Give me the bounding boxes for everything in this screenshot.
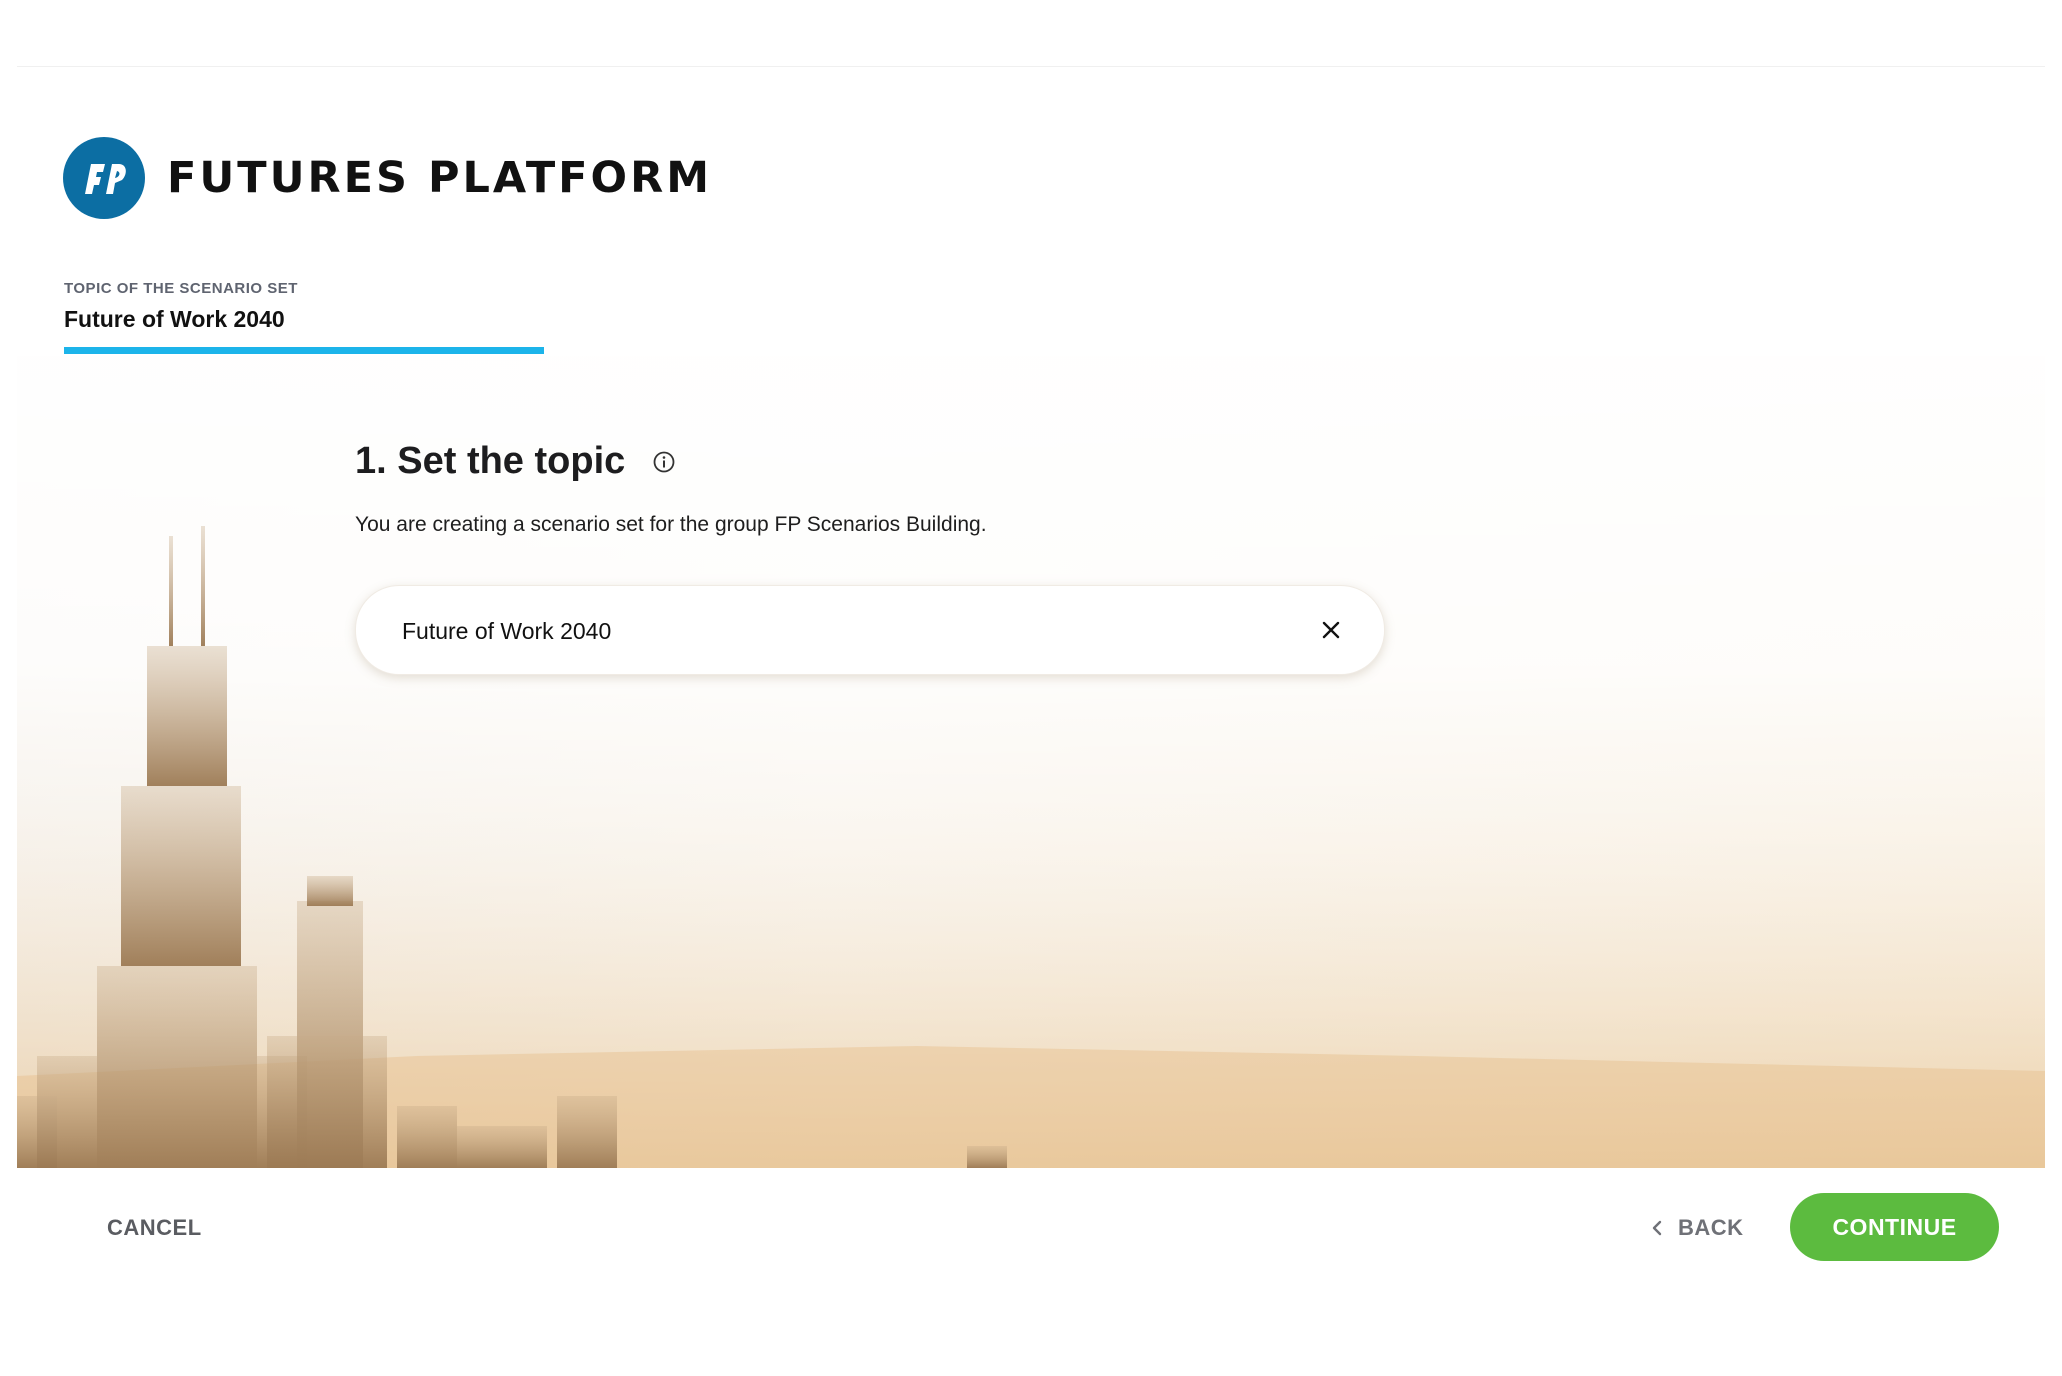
tab-active-indicator	[64, 347, 544, 354]
page-title: 1. Set the topic	[355, 440, 626, 482]
tab-topic[interactable]: TOPIC OF THE SCENARIO SET Future of Work…	[64, 280, 544, 354]
fp-logo-icon	[63, 137, 145, 219]
cancel-button[interactable]: CANCEL	[107, 1215, 202, 1241]
skyline-background	[17, 356, 2045, 1168]
continue-label: CONTINUE	[1832, 1213, 1957, 1240]
close-icon[interactable]	[1316, 615, 1346, 645]
topic-input-container	[355, 585, 1385, 676]
info-icon[interactable]	[653, 451, 675, 473]
tab-caption: TOPIC OF THE SCENARIO SET	[64, 280, 298, 297]
top-divider	[17, 66, 2045, 67]
step-subtitle: You are creating a scenario set for the …	[355, 513, 987, 536]
continue-button[interactable]: CONTINUE	[1790, 1193, 1999, 1261]
topic-input[interactable]	[400, 586, 1284, 676]
back-button[interactable]: BACK	[1650, 1215, 1744, 1241]
brand-logo[interactable]: FUTURES PLATFORM	[63, 137, 712, 219]
tab-value: Future of Work 2040	[64, 306, 285, 332]
step-content: 1. Set the topic You are creating a scen…	[355, 440, 987, 537]
brand-name: FUTURES PLATFORM	[167, 153, 712, 203]
back-label: BACK	[1678, 1215, 1744, 1240]
chevron-left-icon	[1652, 1220, 1662, 1236]
